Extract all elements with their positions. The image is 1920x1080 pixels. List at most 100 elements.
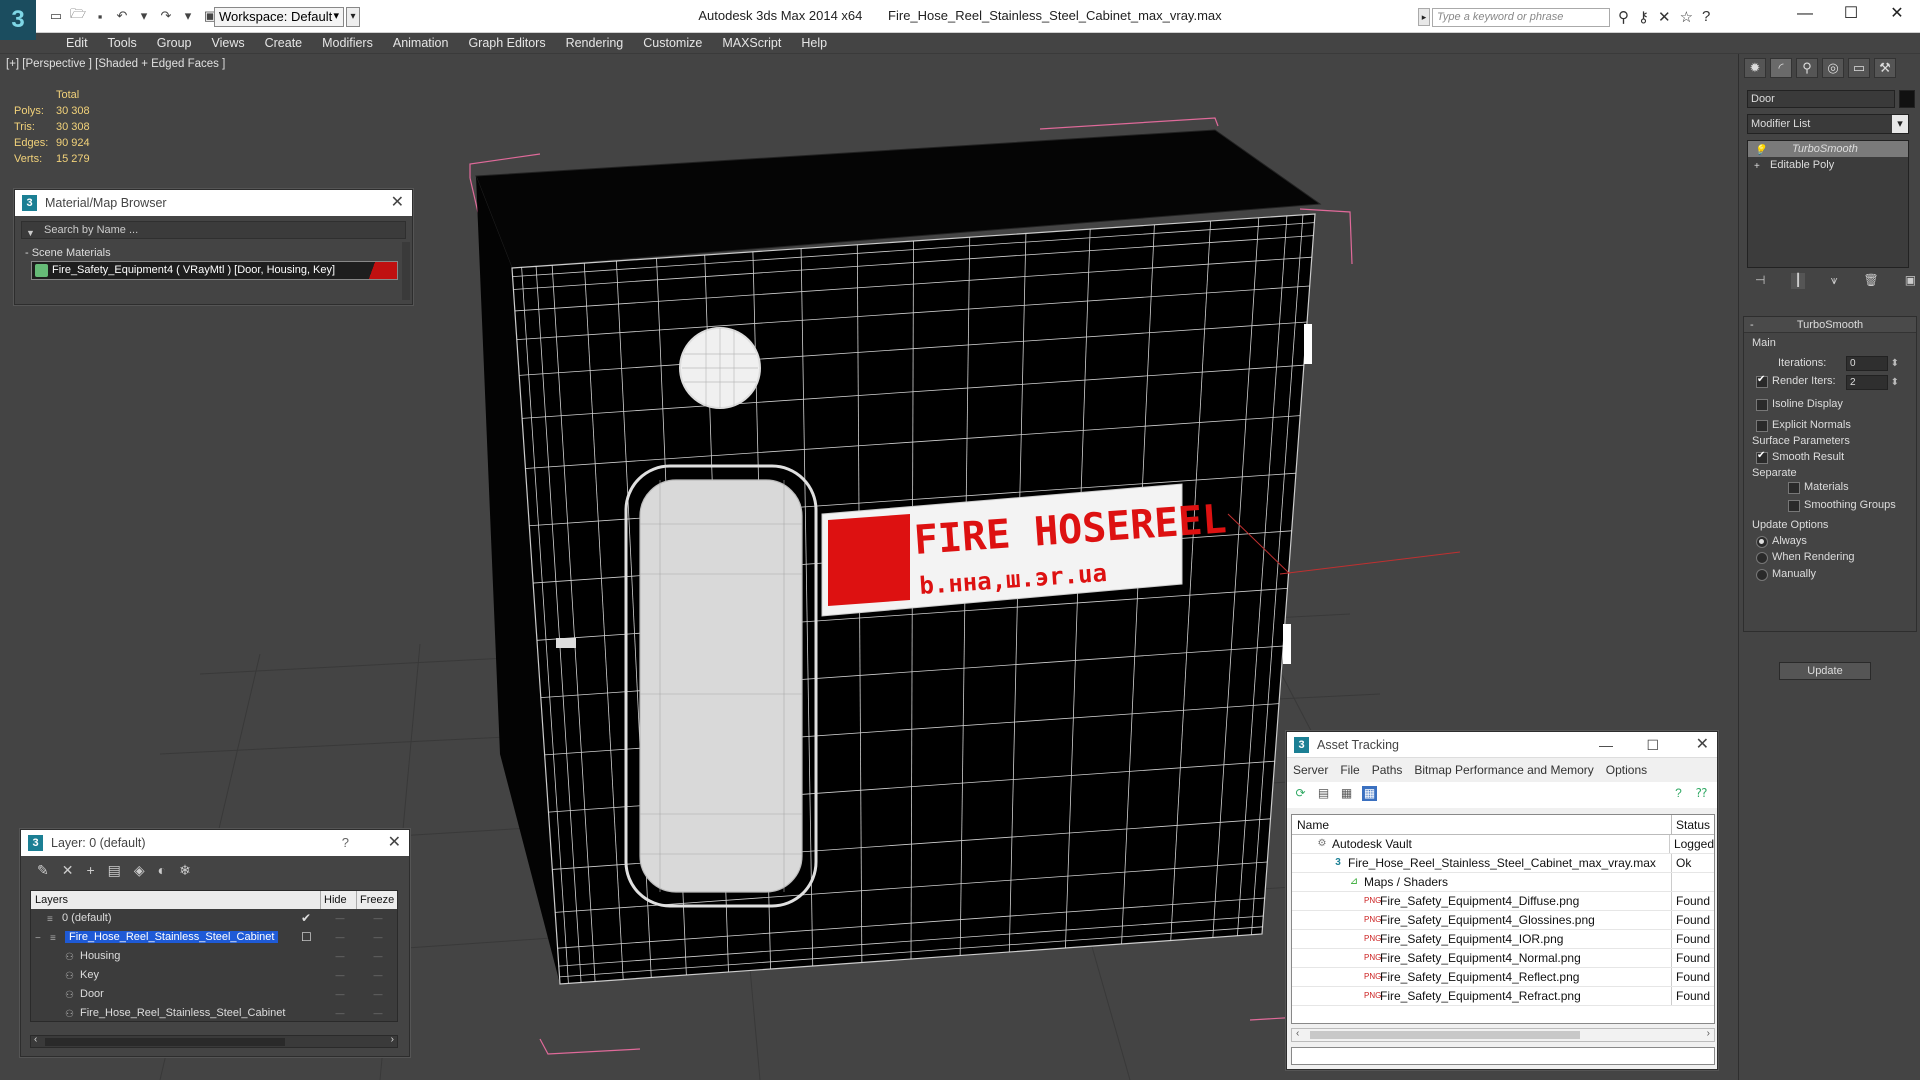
render-iters-spinner[interactable]: 2 — [1846, 375, 1899, 390]
workspace-dropdown-button[interactable]: ▾ — [346, 7, 360, 27]
pin-stack-icon[interactable]: ⊣ — [1755, 273, 1765, 289]
asset-row[interactable]: PNG Fire_Safety_Equipment4_Normal.png Fou… — [1292, 949, 1714, 968]
menu-graph-editors[interactable]: Graph Editors — [458, 33, 555, 53]
isoline-display-checkbox[interactable]: Isoline Display — [1756, 398, 1843, 411]
menu-maxscript[interactable]: MAXScript — [712, 33, 791, 53]
motion-tab-icon[interactable]: ◎ — [1822, 58, 1844, 78]
expand-icon[interactable]: + — [1754, 159, 1760, 175]
separate-materials-checkbox[interactable]: Materials — [1788, 481, 1849, 494]
highlight-layer-icon[interactable]: ◈ — [134, 862, 145, 884]
menu-rendering[interactable]: Rendering — [556, 33, 634, 53]
help-icon[interactable]: ? — [1671, 786, 1686, 801]
col-freeze[interactable]: Freeze — [357, 891, 397, 909]
refresh-icon[interactable]: ⟳ — [1293, 786, 1308, 801]
redo-dropdown-icon[interactable]: ▾ — [180, 8, 196, 24]
freeze-toggle[interactable]: — — [359, 985, 397, 1004]
menu-help[interactable]: Help — [791, 33, 837, 53]
close-button[interactable]: ✕ — [1874, 0, 1920, 30]
close-icon[interactable]: ✕ — [388, 830, 401, 856]
asset-menu-bitmap-performance[interactable]: Bitmap Performance and Memory — [1414, 758, 1593, 782]
asset-menu-file[interactable]: File — [1340, 758, 1359, 782]
iterations-spinner[interactable]: 0 — [1846, 356, 1899, 371]
freeze-toggle[interactable]: — — [359, 947, 397, 966]
update-button[interactable]: Update — [1779, 662, 1871, 680]
hide-toggle[interactable]: — — [321, 928, 359, 947]
scroll-thumb[interactable] — [1310, 1031, 1580, 1039]
asset-row[interactable]: ⚙ Autodesk Vault Logged — [1292, 835, 1714, 854]
help-icon[interactable]: ? — [342, 830, 349, 856]
open-file-icon[interactable]: 🗁 — [70, 6, 86, 24]
add-to-layer-icon[interactable]: + — [86, 862, 94, 884]
menu-edit[interactable]: Edit — [56, 33, 98, 53]
scroll-right-icon[interactable]: › — [1707, 1028, 1710, 1039]
app-logo[interactable]: 3 — [0, 0, 36, 40]
asset-path-field[interactable] — [1291, 1047, 1715, 1065]
close-icon[interactable]: ✕ — [1696, 732, 1709, 758]
list-view-icon[interactable]: ▤ — [1316, 786, 1331, 801]
object-color-swatch[interactable] — [1899, 90, 1915, 108]
maximize-button[interactable]: ☐ — [1828, 0, 1874, 30]
scroll-left-icon[interactable]: ‹ — [34, 1034, 37, 1045]
asset-row[interactable]: ⊿ Maps / Shaders — [1292, 873, 1714, 892]
display-tab-icon[interactable]: ▭ — [1848, 58, 1870, 78]
turbosmooth-rollout-header[interactable]: TurboSmooth — [1744, 317, 1916, 333]
layer-row[interactable]: ⚇ Housing — — — [31, 947, 397, 966]
favorites-star-icon[interactable]: ☆ — [1680, 8, 1693, 26]
layer-row[interactable]: ⚇ Door — — — [31, 985, 397, 1004]
col-layers[interactable]: Layers — [31, 891, 321, 909]
hide-toggle[interactable]: — — [321, 947, 359, 966]
search-input[interactable]: Type a keyword or phrase — [1432, 8, 1610, 27]
col-hide[interactable]: Hide — [321, 891, 357, 909]
freeze-toggle[interactable]: — — [359, 909, 397, 928]
table-view-icon[interactable]: ▦ — [1362, 786, 1377, 801]
hide-all-icon[interactable]: ◐ — [158, 862, 166, 884]
render-iters-checkbox[interactable]: Render Iters: — [1756, 374, 1836, 388]
asset-menu-server[interactable]: Server — [1293, 758, 1328, 782]
update-always-radio[interactable]: Always — [1756, 535, 1807, 548]
menu-modifiers[interactable]: Modifiers — [312, 33, 383, 53]
make-unique-icon[interactable]: ⩛ — [1831, 273, 1838, 289]
separate-smoothing-groups-checkbox[interactable]: Smoothing Groups — [1788, 499, 1896, 512]
menu-views[interactable]: Views — [201, 33, 254, 53]
asset-tracking-titlebar[interactable]: 3 Asset Tracking — ☐ ✕ — [1287, 732, 1717, 758]
freeze-all-icon[interactable]: ❄ — [179, 862, 191, 884]
undo-dropdown-icon[interactable]: ▾ — [136, 8, 152, 24]
active-layer-check-icon[interactable]: ✔ — [301, 909, 311, 928]
close-icon[interactable]: ✕ — [391, 190, 404, 216]
object-name-field[interactable]: Door — [1747, 90, 1895, 108]
menu-tools[interactable]: Tools — [98, 33, 147, 53]
freeze-toggle[interactable]: — — [359, 1004, 397, 1023]
undo-icon[interactable]: ↶ — [114, 8, 130, 24]
scroll-thumb[interactable] — [45, 1038, 285, 1046]
asset-row[interactable]: PNG Fire_Safety_Equipment4_Reflect.png Fo… — [1292, 968, 1714, 987]
minimize-icon[interactable]: — — [1599, 732, 1613, 758]
hide-toggle[interactable]: — — [321, 966, 359, 985]
key-icon[interactable]: ⚷ — [1638, 8, 1649, 26]
workspace-select[interactable]: Workspace: Default — [214, 7, 344, 27]
freeze-toggle[interactable]: — — [359, 966, 397, 985]
stack-item-editable-poly[interactable]: + Editable Poly — [1748, 157, 1908, 173]
delete-layer-icon[interactable]: ✕ — [62, 862, 74, 884]
layer-row[interactable]: ≡ 0 (default) ✔ — — — [31, 909, 397, 928]
active-layer-box-icon[interactable]: ☐ — [301, 928, 312, 947]
select-objects-icon[interactable]: ▤ — [108, 862, 121, 884]
asset-row[interactable]: 3 Fire_Hose_Reel_Stainless_Steel_Cabinet_… — [1292, 854, 1714, 873]
col-name[interactable]: Name — [1292, 815, 1672, 834]
search-expand-icon[interactable]: ▸ — [1418, 8, 1430, 26]
asset-horizontal-scrollbar[interactable]: ‹ › — [1291, 1028, 1715, 1042]
modifier-list-dropdown[interactable]: Modifier List — [1747, 114, 1909, 134]
asset-row[interactable]: PNG Fire_Safety_Equipment4_Glossines.png … — [1292, 911, 1714, 930]
utilities-tab-icon[interactable]: ⚒ — [1874, 58, 1896, 78]
configure-sets-icon[interactable]: ▣ — [1905, 273, 1916, 289]
hierarchy-tab-icon[interactable]: ⚲ — [1796, 58, 1818, 78]
material-browser-scrollbar[interactable] — [402, 242, 410, 300]
freeze-toggle[interactable]: — — [359, 928, 397, 947]
update-when-rendering-radio[interactable]: When Rendering — [1756, 551, 1855, 564]
remove-modifier-icon[interactable]: 🗑 — [1863, 273, 1878, 289]
asset-row[interactable]: PNG Fire_Safety_Equipment4_Refract.png Fo… — [1292, 987, 1714, 1006]
update-manually-radio[interactable]: Manually — [1756, 568, 1816, 581]
material-search-input[interactable]: ▼ Search by Name ... — [21, 221, 406, 239]
material-browser-titlebar[interactable]: 3 Material/Map Browser ✕ — [15, 190, 412, 216]
hide-toggle[interactable]: — — [321, 1004, 359, 1023]
menu-customize[interactable]: Customize — [633, 33, 712, 53]
